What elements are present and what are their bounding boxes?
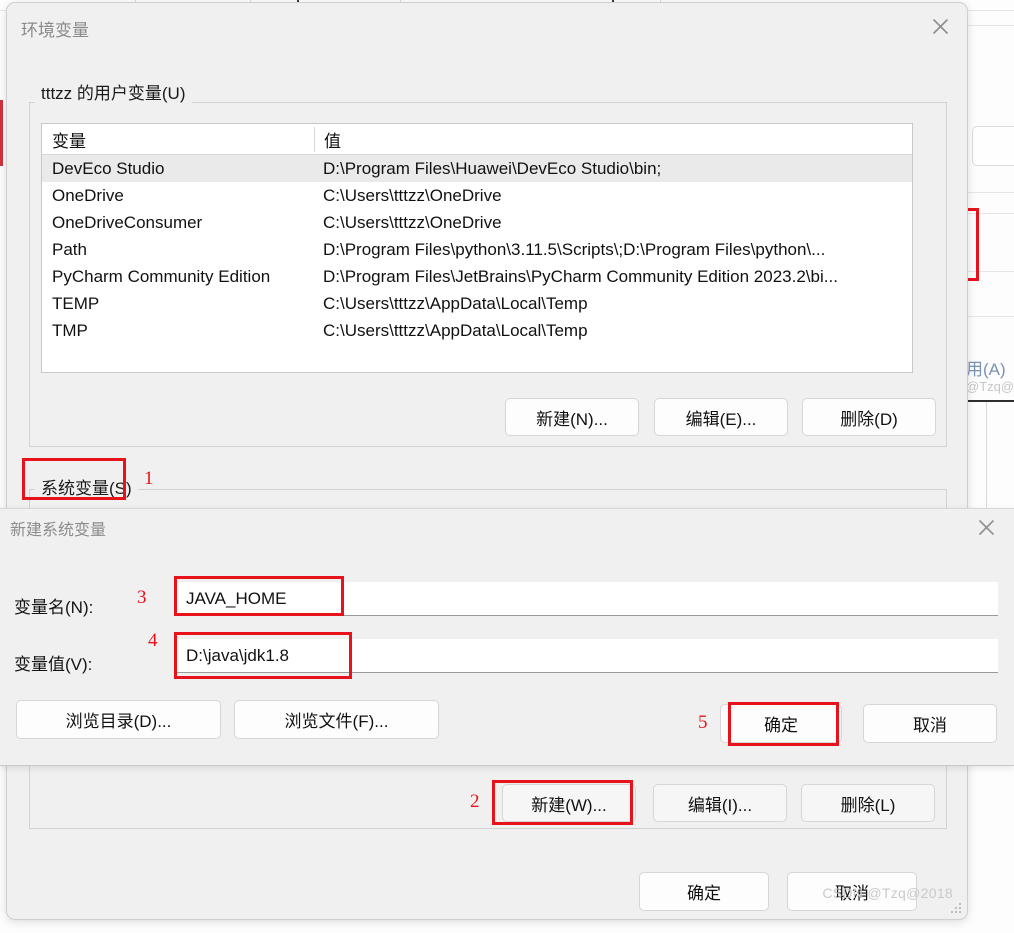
browse-directory-button[interactable]: 浏览目录(D)... <box>16 700 221 739</box>
user-variables-group-label: tttzz 的用户变量(U) <box>35 79 192 104</box>
user-delete-button[interactable]: 删除(D) <box>802 398 936 436</box>
bg-divider <box>968 316 1014 317</box>
bg-partial-link: 用(A) <box>966 360 1006 379</box>
annotation-number-5: 5 <box>698 712 708 733</box>
env-ok-button[interactable]: 确定 <box>639 872 769 911</box>
variable-value-input[interactable] <box>177 639 998 673</box>
cell-variable-value: C:\Users\tttzz\AppData\Local\Temp <box>323 293 588 313</box>
screenshot-root: 用(A) @Tzq@ 环境变量 tttzz 的用户变量(U) 变量 值 DevE… <box>0 0 1014 933</box>
bg-rule <box>966 400 1014 402</box>
new-variable-dialog-title: 新建系统变量 <box>10 522 107 539</box>
cell-variable-value: C:\Users\tttzz\OneDrive <box>323 212 502 232</box>
table-row[interactable]: OneDriveConsumer C:\Users\tttzz\OneDrive <box>42 209 912 236</box>
close-icon <box>978 519 995 536</box>
user-edit-button[interactable]: 编辑(E)... <box>654 398 788 436</box>
resize-grip[interactable] <box>949 901 961 913</box>
bg-divider <box>986 402 987 520</box>
cell-variable-value: D:\Program Files\python\3.11.5\Scripts\;… <box>323 239 826 259</box>
close-button[interactable] <box>917 10 963 42</box>
table-body: DevEco Studio D:\Program Files\Huawei\Dev… <box>42 155 912 344</box>
system-variables-group-label: 系统变量(S) <box>35 474 138 499</box>
cell-variable-value: D:\Program Files\JetBrains\PyCharm Commu… <box>323 266 838 286</box>
bg-divider <box>968 25 1014 26</box>
bg-button <box>972 126 1014 166</box>
cell-variable-name: OneDrive <box>52 185 124 205</box>
bg-divider <box>968 192 1014 193</box>
cell-variable-name: Path <box>52 239 87 259</box>
table-row[interactable]: TMP C:\Users\tttzz\AppData\Local\Temp <box>42 317 912 344</box>
cell-variable-name: TEMP <box>52 293 100 313</box>
table-row[interactable]: TEMP C:\Users\tttzz\AppData\Local\Temp <box>42 290 912 317</box>
close-icon <box>932 18 949 35</box>
annotation-number-1: 1 <box>144 468 154 489</box>
system-edit-button[interactable]: 编辑(I)... <box>653 784 787 822</box>
new-variable-close-button[interactable] <box>963 511 1009 543</box>
table-header-row: 变量 值 <box>42 124 912 155</box>
cell-variable-name: DevEco Studio <box>52 158 165 178</box>
table-row[interactable]: PyCharm Community Edition D:\Program File… <box>42 263 912 290</box>
cell-variable-name: TMP <box>52 320 88 340</box>
cell-variable-value: D:\Program Files\Huawei\DevEco Studio\bi… <box>323 158 662 178</box>
table-row[interactable]: OneDrive C:\Users\tttzz\OneDrive <box>42 182 912 209</box>
annotation-number-4: 4 <box>148 630 158 651</box>
env-dialog-titlebar: 环境变量 <box>7 3 967 49</box>
env-dialog-title: 环境变量 <box>21 21 89 40</box>
variable-value-label: 变量值(V): <box>14 655 93 674</box>
system-new-button[interactable]: 新建(W)... <box>502 784 636 822</box>
user-new-button[interactable]: 新建(N)... <box>505 398 639 436</box>
annotation-number-3: 3 <box>137 587 147 608</box>
bg-partial-watermark: @Tzq@ <box>966 379 1014 394</box>
variable-name-label: 变量名(N): <box>14 598 94 617</box>
watermark: CSDN @Tzq@2018 <box>822 885 953 901</box>
new-variable-cancel-button[interactable]: 取消 <box>863 704 997 743</box>
variable-name-input[interactable] <box>177 582 998 616</box>
column-header-value[interactable]: 值 <box>314 126 912 152</box>
cell-variable-name: OneDriveConsumer <box>52 212 203 232</box>
table-row[interactable]: Path D:\Program Files\python\3.11.5\Scrip… <box>42 236 912 263</box>
user-variables-table[interactable]: 变量 值 DevEco Studio D:\Program Files\Huawe… <box>41 123 913 373</box>
cell-variable-name: PyCharm Community Edition <box>52 266 271 286</box>
environment-variables-dialog: 环境变量 tttzz 的用户变量(U) 变量 值 DevEco Studio D:… <box>6 2 968 920</box>
new-variable-ok-button[interactable]: 确定 <box>720 704 842 743</box>
annotation-number-2: 2 <box>470 791 480 812</box>
browse-file-button[interactable]: 浏览文件(F)... <box>234 700 439 739</box>
cell-variable-value: C:\Users\tttzz\AppData\Local\Temp <box>323 320 588 340</box>
bg-red-marker <box>0 100 3 166</box>
table-row[interactable]: DevEco Studio D:\Program Files\Huawei\Dev… <box>42 155 912 182</box>
cell-variable-value: C:\Users\tttzz\OneDrive <box>323 185 502 205</box>
system-delete-button[interactable]: 删除(L) <box>801 784 935 822</box>
column-header-variable[interactable]: 变量 <box>42 127 314 152</box>
